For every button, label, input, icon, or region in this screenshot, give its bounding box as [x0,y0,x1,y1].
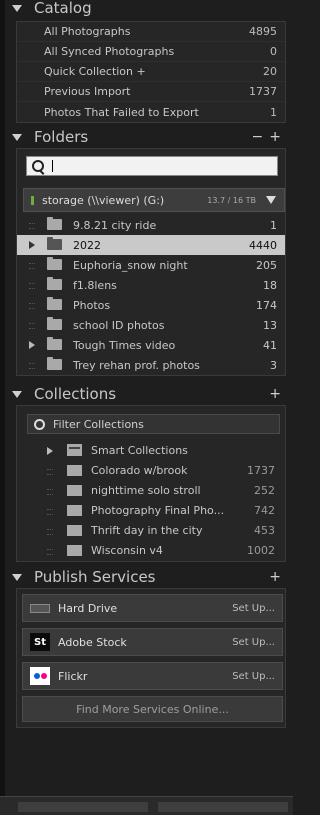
collection-icon [67,525,82,536]
collection-icon [67,485,82,496]
service-hard-drive[interactable]: Hard Drive Set Up... [22,594,283,622]
catalog-title: Catalog [34,0,92,17]
folder-icon [47,217,62,230]
folder-row[interactable]: 9.8.21 city ride 1 [17,215,285,235]
tree-dots-icon [29,263,35,269]
collapse-triangle-icon[interactable] [12,573,22,581]
collapse-triangle-icon[interactable] [12,133,22,141]
setup-link[interactable]: Set Up... [232,671,275,682]
folder-row[interactable]: f1.8lens 18 [17,275,285,295]
service-flickr[interactable]: Flickr Set Up... [22,662,283,690]
catalog-item-all-photographs[interactable]: All Photographs 4895 [17,22,285,42]
search-icon [34,418,45,430]
folder-row[interactable]: Euphoria_snow night 205 [17,255,285,275]
volume-status-led [31,195,34,205]
volume-dropdown-icon[interactable] [266,196,276,204]
tree-dots-icon [47,489,53,495]
volume-name: storage (\\viewer) (G:) [42,193,165,207]
catalog-list: All Photographs 4895 All Synced Photograp… [16,21,286,123]
folder-list: 9.8.21 city ride 1 2022 4440 Euphoria_snow… [17,215,285,375]
folder-icon [47,337,62,350]
folder-row[interactable]: school ID photos 13 [17,315,285,335]
volume-header[interactable]: storage (\\viewer) (G:) 13.7 / 16 TB [23,188,285,212]
import-button[interactable] [18,802,148,812]
collections-title: Collections [34,385,117,403]
tree-dots-icon [29,223,35,229]
tree-dots-icon [29,303,35,309]
export-button[interactable] [158,802,288,812]
catalog-item-previous-import[interactable]: Previous Import 1737 [17,82,285,102]
filter-collections-input[interactable]: Filter Collections [27,414,280,434]
folder-row[interactable]: Photos 174 [17,295,285,315]
collection-icon [67,465,82,476]
flickr-icon [30,667,50,685]
find-more-services-button[interactable]: Find More Services Online... [22,696,283,722]
folders-title: Folders [34,128,89,146]
smart-collections-row[interactable]: Smart Collections [17,441,285,461]
folders-header[interactable]: Folders − + [9,126,287,148]
collection-row[interactable]: Thrift day in the city 453 [17,521,285,541]
collapse-triangle-icon[interactable] [12,4,22,12]
add-publish-service-button[interactable]: + [269,569,281,585]
volume-size: 13.7 / 16 TB [207,195,256,205]
collection-icon [67,545,82,556]
collection-icon [67,505,82,516]
folder-row-selected[interactable]: 2022 4440 [17,235,285,255]
collections-header[interactable]: Collections + [9,383,287,405]
publish-services-header[interactable]: Publish Services + [9,566,287,588]
tree-dots-icon [47,529,53,535]
add-folder-button[interactable]: + [269,129,281,145]
folder-search-input[interactable] [26,156,278,176]
publish-services-title: Publish Services [34,568,156,586]
tree-dots-icon [29,363,35,369]
folder-row[interactable]: Tough Times video 41 [17,335,285,355]
expand-arrow-icon[interactable] [29,341,35,349]
folder-icon [47,297,62,310]
tree-dots-icon [29,283,35,289]
catalog-item-all-synced[interactable]: All Synced Photographs 0 [17,42,285,62]
folder-icon [47,277,62,290]
filter-collections-label: Filter Collections [53,417,144,431]
collapse-triangle-icon[interactable] [12,390,22,398]
smart-collection-set-icon [67,444,82,456]
left-edge-bar [0,0,5,814]
collection-row[interactable]: nighttime solo stroll 252 [17,481,285,501]
add-collection-button[interactable]: + [269,386,281,402]
folder-icon [47,237,62,250]
catalog-item-quick-collection[interactable]: Quick Collection +20 [17,62,285,82]
service-adobe-stock[interactable]: St Adobe Stock Set Up... [22,628,283,656]
catalog-header[interactable]: Catalog [9,0,287,19]
collection-row[interactable]: Photography Final Pho... 742 [17,501,285,521]
setup-link[interactable]: Set Up... [232,603,275,614]
text-caret [52,160,53,172]
expand-arrow-icon[interactable] [47,447,53,455]
catalog-item-failed-export[interactable]: Photos That Failed to Export 1 [17,102,285,122]
tree-dots-icon [47,469,53,475]
folder-row[interactable]: Trey rehan prof. photos 3 [17,355,285,375]
bottom-bar [0,796,293,815]
tree-dots-icon [47,509,53,515]
folder-icon [47,317,62,330]
collection-row[interactable]: Wisconsin v4 1002 [17,541,285,561]
tree-dots-icon [47,549,53,555]
remove-folder-button[interactable]: − [252,129,264,145]
folder-icon [47,357,62,370]
collection-row[interactable]: Colorado w/brook 1737 [17,461,285,481]
collection-list: Smart Collections Colorado w/brook 1737 n… [17,441,285,561]
tree-dots-icon [29,323,35,329]
expand-arrow-icon[interactable] [29,241,35,249]
hard-drive-icon [30,599,50,617]
adobe-stock-icon: St [30,633,50,651]
setup-link[interactable]: Set Up... [232,637,275,648]
search-icon [32,160,44,172]
folder-icon [47,257,62,270]
